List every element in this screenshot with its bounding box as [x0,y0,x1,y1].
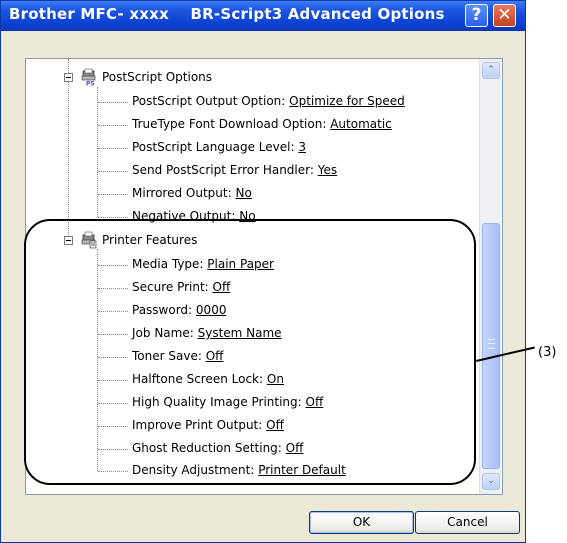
item-label: Send PostScript Error Handler: [132,163,314,177]
tree-connector [98,194,128,196]
scroll-thumb[interactable] [482,223,500,469]
tree-connector [97,87,99,217]
svg-text:PS: PS [86,81,95,87]
item-label: Mirrored Output: [132,186,232,200]
item-value[interactable]: Yes [318,163,337,177]
item-label: PostScript Language Level: [132,140,295,154]
tree-scrollbar[interactable]: ⌃ ⌄ [479,59,501,494]
scroll-down-button[interactable]: ⌄ [482,473,500,490]
callout-label: (3) [538,345,557,360]
item-value[interactable]: Automatic [330,117,392,131]
tree-connector [98,125,128,127]
item-value[interactable]: No [235,186,251,200]
item-value[interactable]: Optimize for Speed [289,94,405,108]
ok-button[interactable]: OK [309,511,414,534]
collapse-postscript-options[interactable] [64,73,73,82]
item-label: PostScript Output Option: [132,94,286,108]
window-title: Brother MFC- xxxx BR-Script3 Advanced Op… [9,5,445,23]
cancel-button[interactable]: Cancel [415,511,520,534]
tree-connector [98,102,128,104]
tree-connector [68,82,70,235]
send-postscript-error-handler[interactable]: Send PostScript Error Handler: Yes [132,163,337,177]
help-button[interactable]: ? [465,4,488,27]
title-bar[interactable]: Brother MFC- xxxx BR-Script3 Advanced Op… [1,1,525,31]
tree-connector [98,148,128,150]
item-label: TrueType Font Download Option: [132,117,327,131]
scroll-up-button[interactable]: ⌃ [482,62,500,79]
grip-icon [488,339,495,349]
postscript-output-option[interactable]: PostScript Output Option: Optimize for S… [132,94,405,108]
truetype-font-download-option[interactable]: TrueType Font Download Option: Automatic [132,117,392,131]
printer-ps-icon: PS [81,68,96,87]
postscript-options-node[interactable]: PostScript Options [102,70,212,84]
item-value[interactable]: 3 [298,140,306,154]
postscript-language-level[interactable]: PostScript Language Level: 3 [132,140,306,154]
tree-connector [98,171,128,173]
close-button[interactable]: ✕ [493,4,516,27]
mirrored-output[interactable]: Mirrored Output: No [132,186,252,200]
printer-features-highlight [24,219,476,485]
